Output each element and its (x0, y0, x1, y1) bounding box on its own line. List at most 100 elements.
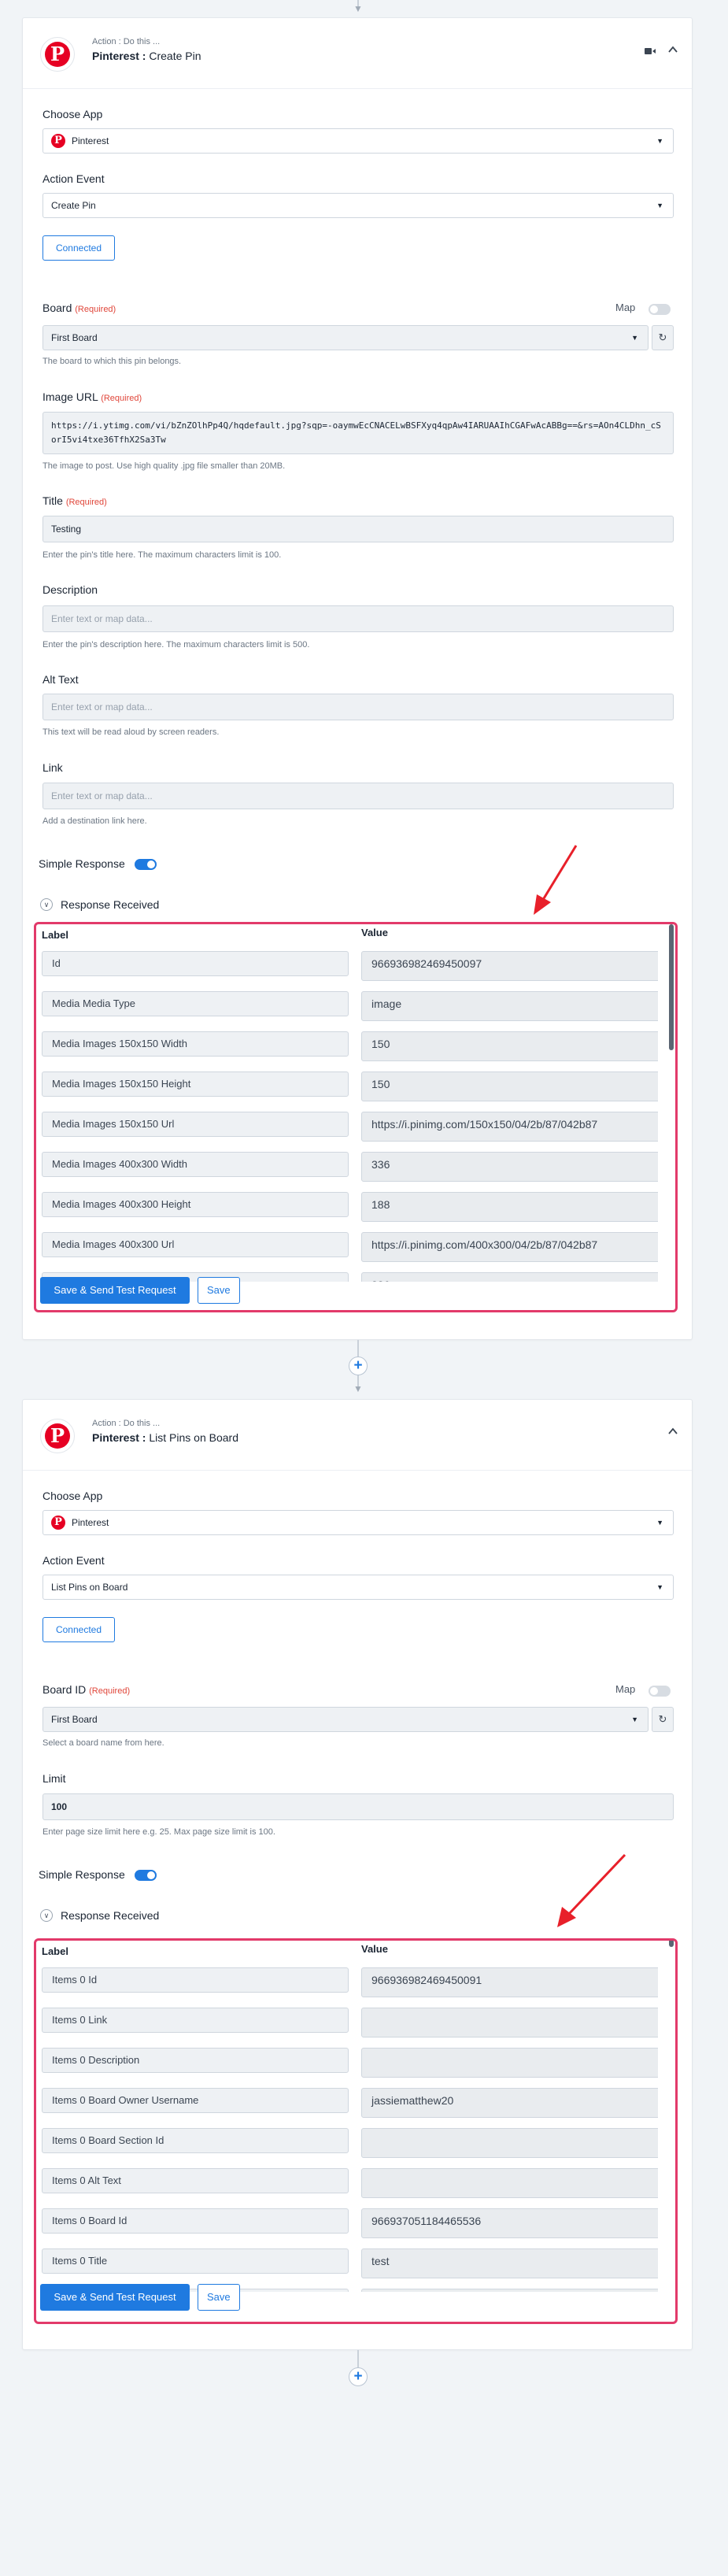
table-row: Items 0 Link (36, 2008, 658, 2048)
action-type-label: Action : Do this ... (92, 1419, 161, 1428)
connector-arrow-icon: ▼ (353, 3, 363, 14)
simple-response-label: Simple Response (39, 857, 125, 870)
board-id-label: Board ID (Required) (42, 1683, 131, 1696)
row-label: Media Images 400x300 Height (42, 1192, 349, 1217)
choose-app-select[interactable]: P Pinterest ▼ (42, 1510, 674, 1535)
row-value[interactable]: https://i.pinimg.com/150x150/04/2b/87/04… (361, 1112, 658, 1142)
simple-response-label: Simple Response (39, 1868, 125, 1881)
image-url-label: Image URL (Required) (42, 390, 142, 403)
action-event-label: Action Event (42, 1554, 105, 1567)
simple-response-toggle[interactable] (135, 1870, 157, 1881)
row-value[interactable] (361, 2168, 658, 2198)
row-value[interactable] (361, 2128, 658, 2158)
chevron-down-icon: ▼ (656, 1583, 663, 1591)
row-value[interactable] (361, 2008, 658, 2037)
title-label: Title (Required) (42, 494, 107, 507)
alt-text-label: Alt Text (42, 673, 79, 686)
row-label: Items 0 Title (42, 2248, 349, 2274)
limit-help: Enter page size limit here e.g. 25. Max … (42, 1827, 275, 1837)
row-value[interactable]: 150 (361, 1031, 658, 1061)
scrollbar[interactable] (669, 924, 674, 1050)
row-value[interactable]: image (361, 991, 658, 1021)
value-column-header: Value (361, 1943, 388, 1955)
save-button[interactable]: Save (198, 1277, 240, 1304)
row-label: Media Media Type (42, 991, 349, 1016)
simple-response-toggle[interactable] (135, 859, 157, 870)
card-header[interactable]: P Action : Do this ... Pinterest : List … (23, 1400, 692, 1471)
response-rows: Id 966936982469450097 Media Media Type imag… (36, 951, 658, 1282)
add-step-button[interactable]: + (349, 2367, 368, 2386)
choose-app-label: Choose App (42, 1490, 103, 1502)
table-row: Items 0 Board Section Id (36, 2128, 658, 2168)
row-value[interactable] (361, 2048, 658, 2078)
alt-text-field[interactable]: Enter text or map data... (42, 694, 674, 720)
table-row: Media Images 400x300 Width 336 (36, 1152, 658, 1192)
description-label: Description (42, 583, 98, 596)
table-row: Items 0 Alt Text (36, 2168, 658, 2208)
row-value[interactable]: 150 (361, 1071, 658, 1101)
action-event-select[interactable]: List Pins on Board ▼ (42, 1575, 674, 1600)
refresh-icon[interactable]: ↻ (652, 325, 674, 350)
chevron-down-icon[interactable]: ∨ (40, 1909, 53, 1922)
scrollbar[interactable] (669, 1941, 674, 1947)
choose-app-select[interactable]: P Pinterest ▼ (42, 128, 674, 154)
link-field[interactable]: Enter text or map data... (42, 783, 674, 809)
map-label: Map (615, 302, 636, 313)
board-id-help: Select a board name from here. (42, 1738, 164, 1748)
video-icon[interactable] (645, 46, 656, 57)
chevron-down-icon: ▼ (656, 137, 663, 145)
annotation-arrow (557, 1853, 626, 1927)
row-label: Media Images 150x150 Width (42, 1031, 349, 1057)
refresh-icon[interactable]: ↻ (652, 1707, 674, 1732)
row-label: Items 0 Alt Text (42, 2168, 349, 2193)
image-url-help: The image to post. Use high quality .jpg… (42, 461, 286, 471)
row-label: Items 0 Board Section Id (42, 2128, 349, 2153)
row-value[interactable]: 966936982469450097 (361, 951, 658, 981)
add-step-button[interactable]: + (349, 1356, 368, 1375)
card-header[interactable]: P Action : Do this ... Pinterest : Creat… (23, 18, 692, 89)
row-value[interactable]: test (361, 2248, 658, 2278)
connected-button[interactable]: Connected (42, 235, 115, 261)
limit-field[interactable]: 100 (42, 1793, 674, 1820)
connected-button[interactable]: Connected (42, 1617, 115, 1642)
table-row: Media Media Type image (36, 991, 658, 1031)
map-toggle[interactable] (649, 304, 671, 315)
pinterest-logo-icon: P (40, 37, 75, 72)
save-send-test-request-button[interactable]: Save & Send Test Request (40, 1277, 190, 1304)
annotation-arrow (534, 845, 578, 915)
row-value[interactable]: 336 (361, 1152, 658, 1182)
chevron-down-icon: ▼ (656, 202, 663, 209)
title-field[interactable]: Testing (42, 516, 674, 542)
chevron-down-icon[interactable]: ∨ (40, 898, 53, 911)
row-label: Media Images 400x300 Url (42, 1232, 349, 1257)
chevron-down-icon: ▼ (631, 1715, 638, 1723)
row-label: Items 0 Board Owner Username (42, 2088, 349, 2113)
description-field[interactable]: Enter text or map data... (42, 605, 674, 632)
row-value[interactable]: https://i.pinimg.com/400x300/04/2b/87/04… (361, 1232, 658, 1262)
action-event-select[interactable]: Create Pin ▼ (42, 193, 674, 218)
description-help: Enter the pin's description here. The ma… (42, 640, 310, 650)
row-value[interactable]: 966937051184465536 (361, 2208, 658, 2238)
row-value[interactable]: 336 (361, 1272, 658, 1282)
table-row: Media Images 400x300 Height 188 (36, 1192, 658, 1232)
board-help: The board to which this pin belongs. (42, 357, 182, 366)
save-send-test-request-button[interactable]: Save & Send Test Request (40, 2284, 190, 2311)
board-select[interactable]: First Board ▼ (42, 325, 649, 350)
board-id-select[interactable]: First Board ▼ (42, 1707, 649, 1732)
collapse-chevron-icon[interactable] (667, 43, 679, 56)
row-value[interactable]: 188 (361, 1192, 658, 1222)
map-toggle[interactable] (649, 1686, 671, 1697)
collapse-chevron-icon[interactable] (667, 1425, 679, 1438)
row-label: Items 0 Id (42, 1967, 349, 1993)
pinterest-icon: P (51, 1515, 65, 1530)
row-label: Id (42, 951, 349, 976)
choose-app-label: Choose App (42, 108, 103, 120)
response-table: Label Value Items 0 Id 966936982469450091… (34, 1938, 678, 2324)
table-row: Media Images 400x300 Url https://i.pinimg… (36, 1232, 658, 1272)
table-row: Id 966936982469450097 (36, 951, 658, 991)
row-value[interactable]: jassiematthew20 (361, 2088, 658, 2118)
row-value[interactable]: 966936982469450091 (361, 1967, 658, 1997)
row-value[interactable]: image (361, 2289, 658, 2292)
image-url-field[interactable]: https://i.ytimg.com/vi/bZnZOlhPp4Q/hqdef… (42, 412, 674, 454)
save-button[interactable]: Save (198, 2284, 240, 2311)
